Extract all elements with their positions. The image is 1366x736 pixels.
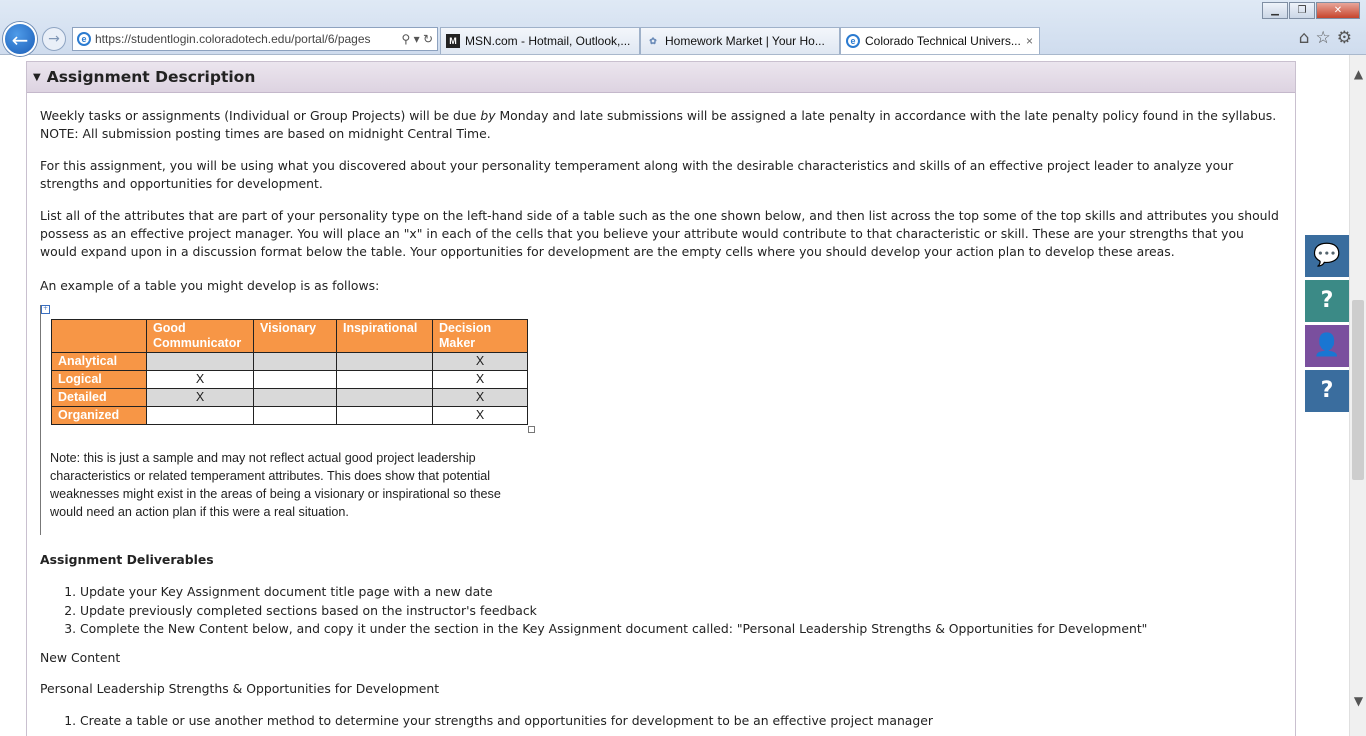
- list-item: Update previously completed sections bas…: [80, 602, 1147, 621]
- scroll-up-icon[interactable]: ▲: [1350, 67, 1366, 81]
- row-label: Organized: [51, 406, 147, 425]
- table-row: Organized X: [51, 406, 528, 425]
- ie-icon: e: [77, 32, 91, 46]
- table-note: Note: this is just a sample and may not …: [50, 451, 501, 519]
- browser-chrome: ▁ ❐ ✕ ← → e https://studentlogin.colorad…: [0, 0, 1366, 56]
- p1-text-cont: Monday and late submissions will be assi…: [495, 108, 1277, 123]
- table-row: Analytical X: [51, 352, 528, 371]
- p1-text: Weekly tasks or assignments (Individual …: [40, 108, 481, 123]
- deliverables-heading: Assignment Deliverables: [40, 552, 214, 567]
- page-content: ▼ Assignment Description Weekly tasks or …: [0, 55, 1348, 736]
- tab-label: Homework Market | Your Ho...: [665, 34, 825, 48]
- tab-colorado-tech[interactable]: e Colorado Technical Univers... ×: [840, 27, 1040, 54]
- row-label: Logical: [51, 370, 147, 389]
- table-cell: X: [432, 352, 528, 371]
- paragraph-intro: For this assignment, you will be using w…: [40, 158, 1234, 191]
- home-icon[interactable]: ⌂: [1299, 28, 1316, 48]
- new-content-subheading: Personal Leadership Strengths & Opportun…: [40, 681, 440, 696]
- list-item: Complete the New Content below, and copy…: [80, 620, 1147, 639]
- side-widgets: 💬 ? 👤 ?: [1305, 235, 1349, 415]
- tab-label: Colorado Technical Univers...: [865, 34, 1021, 48]
- table-cell: X: [146, 388, 254, 407]
- settings-gear-icon[interactable]: ⚙: [1337, 28, 1358, 48]
- restore-button[interactable]: ❐: [1289, 2, 1315, 19]
- table-cell: [253, 388, 337, 407]
- contact-icon[interactable]: 👤: [1305, 325, 1349, 367]
- column-header: Decision Maker: [432, 319, 528, 353]
- paragraph-due-policy: Weekly tasks or assignments (Individual …: [40, 107, 1276, 143]
- search-icon[interactable]: ⚲: [401, 32, 410, 46]
- list-item: Update your Key Assignment document titl…: [80, 583, 1147, 602]
- sample-table-container: + Good Communicator Visionary Inspiratio…: [40, 305, 535, 535]
- table-cell: [336, 370, 433, 389]
- table-header-row: Good Communicator Visionary Inspirationa…: [51, 319, 528, 353]
- ie-icon: e: [846, 34, 860, 48]
- tab-msn[interactable]: M MSN.com - Hotmail, Outlook,...: [440, 27, 640, 54]
- address-bar[interactable]: e https://studentlogin.coloradotech.edu/…: [72, 27, 438, 51]
- table-cell: X: [432, 406, 528, 425]
- refresh-icon[interactable]: ↻: [423, 32, 433, 46]
- paragraph-instructions: List all of the attributes that are part…: [40, 208, 1279, 259]
- msn-icon: M: [446, 34, 460, 48]
- p1-note: NOTE: All submission posting times are b…: [40, 126, 491, 141]
- column-header: Inspirational: [336, 319, 433, 353]
- deliverables-list: Update your Key Assignment document titl…: [40, 583, 1147, 639]
- table-cell: [336, 406, 433, 425]
- collapse-caret-icon[interactable]: ▼: [33, 72, 41, 83]
- chat-icon[interactable]: 💬: [1305, 235, 1349, 277]
- table-anchor-icon[interactable]: +: [41, 305, 50, 314]
- column-header: Good Communicator: [146, 319, 254, 353]
- table-corner-cell: [51, 319, 147, 353]
- forward-button[interactable]: →: [42, 27, 66, 51]
- table-cell: X: [146, 370, 254, 389]
- list-item: Create a table or use another method to …: [80, 712, 933, 731]
- table-cell: [253, 370, 337, 389]
- table-cell: [253, 352, 337, 371]
- vertical-scrollbar[interactable]: ▲ ▼: [1349, 55, 1366, 736]
- tab-close-icon[interactable]: ×: [1026, 28, 1033, 54]
- new-content-label: New Content: [40, 650, 121, 665]
- url-text: https://studentlogin.coloradotech.edu/po…: [95, 32, 371, 46]
- address-tools: ⚲ ▾ ↻: [401, 32, 433, 46]
- paragraph-example: An example of a table you might develop …: [40, 278, 380, 293]
- column-header: Visionary: [253, 319, 337, 353]
- p1-emphasis: by: [480, 108, 496, 123]
- row-label: Analytical: [51, 352, 147, 371]
- table-row: Logical X X: [51, 370, 528, 389]
- table-cell: [253, 406, 337, 425]
- sample-table: Good Communicator Visionary Inspirationa…: [51, 319, 528, 425]
- favorites-star-icon[interactable]: ☆: [1316, 28, 1337, 48]
- help-icon[interactable]: ?: [1305, 280, 1349, 322]
- table-row: Detailed X X: [51, 388, 528, 407]
- table-cell: [146, 352, 254, 371]
- scroll-thumb[interactable]: [1352, 300, 1364, 480]
- homework-market-icon: ✿: [649, 36, 657, 46]
- back-button[interactable]: ←: [3, 22, 37, 56]
- table-resize-handle[interactable]: [528, 426, 535, 433]
- table-cell: [146, 406, 254, 425]
- table-cell: [336, 388, 433, 407]
- table-cell: [336, 352, 433, 371]
- browser-tools: ⌂☆⚙: [1299, 28, 1358, 48]
- window-close-button[interactable]: ✕: [1316, 2, 1360, 19]
- table-cell: X: [432, 370, 528, 389]
- minimize-button[interactable]: ▁: [1262, 2, 1288, 19]
- window-controls: ▁ ❐ ✕: [1261, 2, 1360, 19]
- row-label: Detailed: [51, 388, 147, 407]
- section-title: Assignment Description: [46, 68, 256, 86]
- section-header[interactable]: ▼ Assignment Description: [27, 62, 1295, 93]
- new-content-list: Create a table or use another method to …: [40, 712, 933, 731]
- tab-homework-market[interactable]: ✿ Homework Market | Your Ho...: [640, 27, 840, 54]
- tab-label: MSN.com - Hotmail, Outlook,...: [465, 34, 631, 48]
- scroll-down-icon[interactable]: ▼: [1350, 694, 1366, 708]
- faq-chat-icon[interactable]: ?: [1305, 370, 1349, 412]
- table-cell: X: [432, 388, 528, 407]
